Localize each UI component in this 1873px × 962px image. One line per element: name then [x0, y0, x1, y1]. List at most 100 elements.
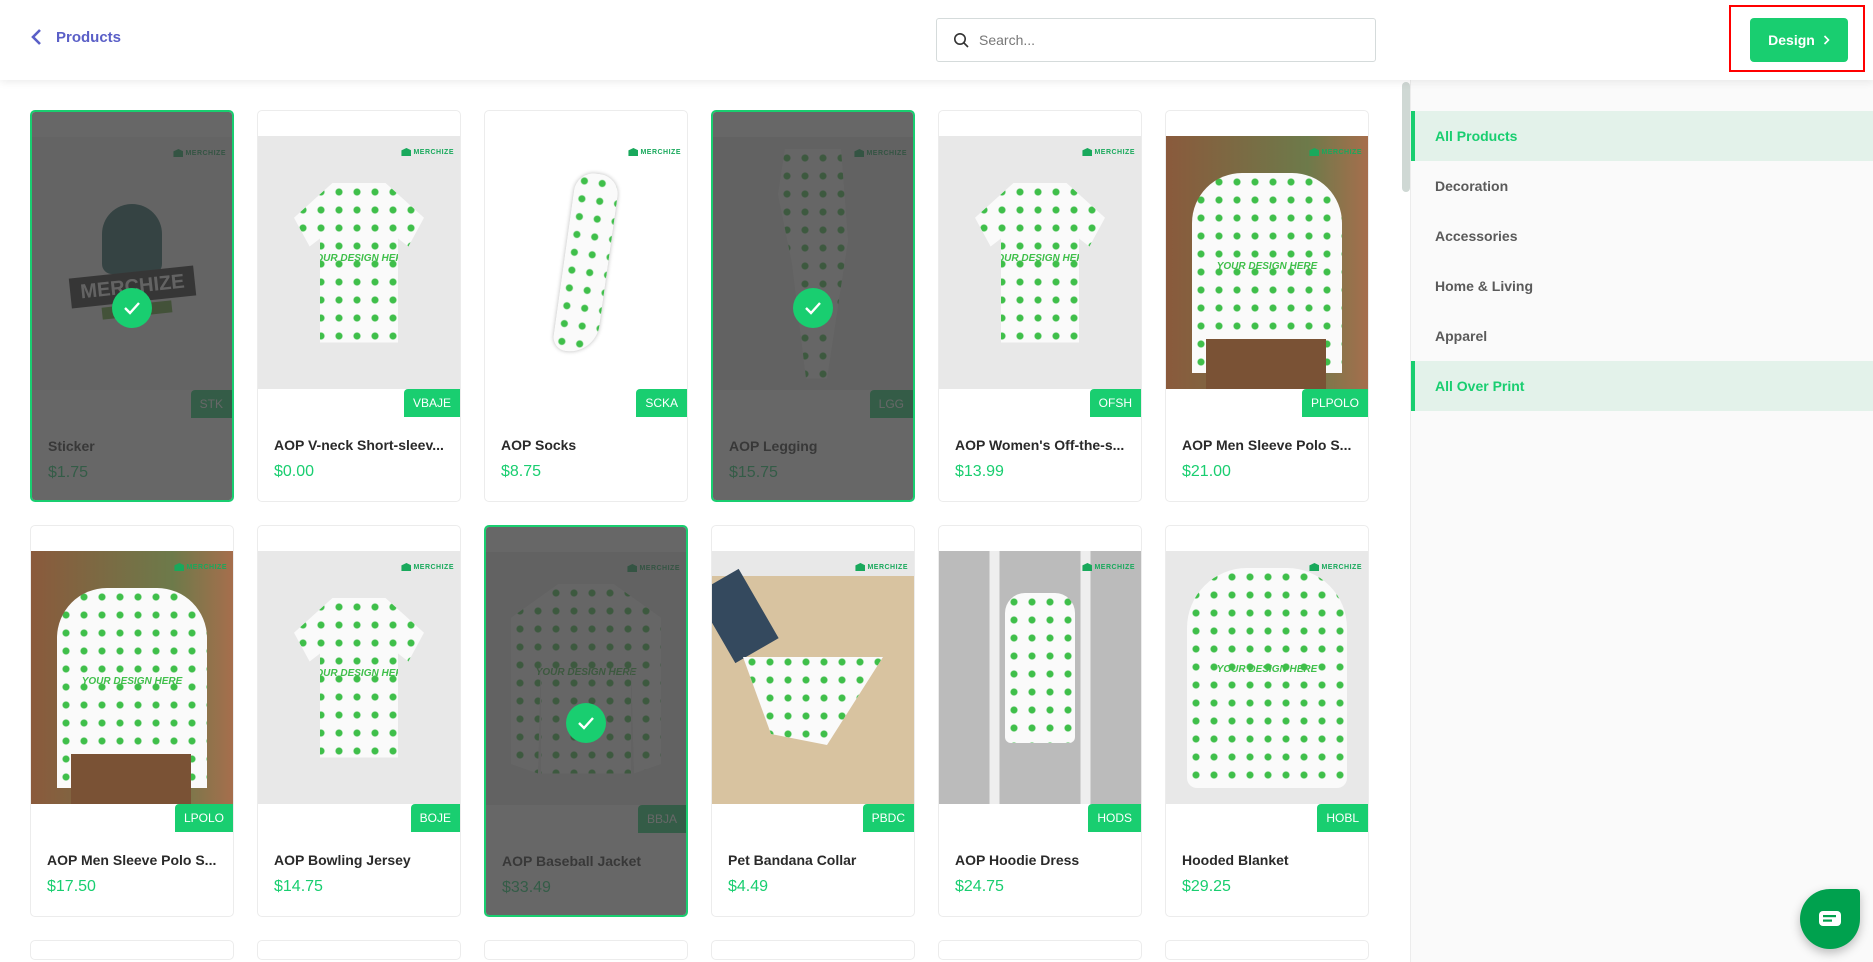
product-name: AOP Bowling Jersey [274, 852, 411, 868]
category-item[interactable]: Apparel [1411, 311, 1873, 361]
polo-model-photo: YOUR DESIGN HERE [1166, 136, 1368, 389]
product-image: YOUR DESIGN HERE MERCHIZE [31, 551, 233, 804]
search-input[interactable] [979, 32, 1339, 48]
design-placeholder-text: YOUR DESIGN HERE [989, 252, 1091, 264]
product-image: YOUR DESIGN HERE MERCHIZE [939, 136, 1141, 389]
merchize-watermark: MERCHIZE [1082, 148, 1135, 156]
product-card[interactable]: YOUR DESIGN HERE MERCHIZE HOBL Hooded Blank… [1165, 525, 1369, 917]
category-item[interactable]: Accessories [1411, 211, 1873, 261]
product-image: MERCHIZE [712, 551, 914, 804]
product-price: $21.00 [1182, 463, 1231, 480]
chat-bubble-icon [1819, 911, 1841, 926]
product-card[interactable]: MERCHIZE PBDC Pet Bandana Collar $4.49 [711, 525, 915, 917]
product-image: YOUR DESIGN HERE MERCHIZE [1166, 551, 1368, 804]
merchize-watermark: MERCHIZE [1309, 563, 1362, 571]
shirt-image: YOUR DESIGN HERE [258, 136, 460, 389]
watermark-text: MERCHIZE [186, 563, 227, 571]
design-button-label: Design [1768, 32, 1815, 48]
product-price: $0.00 [274, 463, 315, 480]
product-card[interactable]: YOUR DESIGN HERE MERCHIZE PLPOLO AOP Men Sl… [1165, 110, 1369, 502]
watermark-text: MERCHIZE [867, 563, 908, 571]
merchize-watermark: MERCHIZE [174, 563, 227, 571]
product-price: $17.50 [47, 878, 96, 895]
product-card[interactable]: MERCHIZEMERCHIZESTKSticker$1.75 [30, 110, 234, 502]
design-placeholder-text: YOUR DESIGN HERE [1216, 260, 1318, 272]
selected-check-icon [793, 288, 833, 328]
product-name: Pet Bandana Collar [728, 852, 857, 868]
chevron-right-icon [1823, 35, 1830, 45]
product-card-partial[interactable] [30, 940, 234, 960]
sku-badge: HOBL [1317, 804, 1368, 832]
category-item[interactable]: Home & Living [1411, 261, 1873, 311]
watermark-text: MERCHIZE [413, 563, 454, 571]
merchize-logo-icon [1082, 563, 1093, 571]
product-card-partial[interactable] [257, 940, 461, 960]
design-button[interactable]: Design [1750, 18, 1848, 62]
product-price: $24.75 [955, 878, 1004, 895]
merchize-watermark: MERCHIZE [1082, 563, 1135, 571]
back-label: Products [56, 28, 122, 46]
polo-model-photo: YOUR DESIGN HERE [31, 551, 233, 804]
product-price: $8.75 [501, 463, 542, 480]
product-name: AOP V-neck Short-sleev... [274, 437, 444, 453]
category-item[interactable]: All Products [1411, 111, 1873, 161]
hooded-blanket-image: YOUR DESIGN HERE [1166, 551, 1368, 804]
back-to-products-link[interactable]: Products [30, 28, 121, 46]
product-price: $29.25 [1182, 878, 1231, 895]
watermark-text: MERCHIZE [1321, 563, 1362, 571]
product-card-partial[interactable] [484, 940, 688, 960]
sku-badge: PBDC [862, 804, 914, 832]
product-card-partial[interactable] [711, 940, 915, 960]
merchize-logo-icon [401, 563, 412, 571]
watermark-text: MERCHIZE [1094, 563, 1135, 571]
merchize-logo-icon [401, 148, 412, 156]
sku-badge: SCKA [636, 389, 687, 417]
product-card[interactable]: MERCHIZE SCKA AOP Socks $8.75 [484, 110, 688, 502]
watermark-text: MERCHIZE [640, 148, 681, 156]
design-placeholder-text: YOUR DESIGN HERE [1216, 664, 1318, 676]
merchize-watermark: MERCHIZE [855, 563, 908, 571]
scrollbar-thumb[interactable] [1402, 82, 1410, 192]
merchize-watermark: MERCHIZE [401, 563, 454, 571]
product-card-partial[interactable] [1165, 940, 1369, 960]
product-card-partial[interactable] [938, 940, 1142, 960]
shirt-image: YOUR DESIGN HERE [258, 551, 460, 804]
category-item[interactable]: All Over Print [1411, 361, 1873, 411]
product-grid: MERCHIZEMERCHIZESTKSticker$1.75YOUR DESI… [30, 110, 1369, 960]
product-image: YOUR DESIGN HERE MERCHIZE [258, 136, 460, 389]
watermark-text: MERCHIZE [413, 148, 454, 156]
selected-check-icon [112, 288, 152, 328]
product-image: YOUR DESIGN HERE MERCHIZE [258, 551, 460, 804]
sku-badge: OFSH [1089, 389, 1141, 417]
product-card[interactable]: YOUR DESIGN HEREMERCHIZEBBJAAOP Baseball… [484, 525, 688, 917]
product-card[interactable]: MERCHIZELGGAOP Legging$15.75 [711, 110, 915, 502]
merchize-watermark: MERCHIZE [401, 148, 454, 156]
search-icon [954, 33, 969, 48]
merchize-logo-icon [1309, 148, 1320, 156]
search-box[interactable] [936, 18, 1376, 62]
chat-button[interactable] [1800, 889, 1860, 949]
sku-badge: BOJE [410, 804, 460, 832]
product-card[interactable]: YOUR DESIGN HERE MERCHIZE BOJE AOP Bowling … [257, 525, 461, 917]
product-price: $14.75 [274, 878, 323, 895]
product-card[interactable]: MERCHIZE HODS AOP Hoodie Dress $24.75 [938, 525, 1142, 917]
merchize-logo-icon [628, 148, 639, 156]
merchize-logo-icon [1309, 563, 1320, 571]
product-card[interactable]: YOUR DESIGN HERE MERCHIZE LPOLO AOP Men Sle… [30, 525, 234, 917]
product-name: AOP Men Sleeve Polo S... [1182, 437, 1352, 453]
sku-badge: LPOLO [174, 804, 233, 832]
design-placeholder-text: YOUR DESIGN HERE [81, 675, 183, 687]
merchize-watermark: MERCHIZE [628, 148, 681, 156]
product-card[interactable]: YOUR DESIGN HERE MERCHIZE VBAJE AOP V-neck … [257, 110, 461, 502]
sku-badge: VBAJE [403, 389, 460, 417]
product-card[interactable]: YOUR DESIGN HERE MERCHIZE OFSH AOP Women's … [938, 110, 1142, 502]
category-item[interactable]: Decoration [1411, 161, 1873, 211]
design-placeholder-text: YOUR DESIGN HERE [308, 667, 410, 679]
selected-check-icon [566, 703, 606, 743]
sku-badge: PLPOLO [1301, 389, 1368, 417]
sku-badge: HODS [1088, 804, 1141, 832]
product-name: Hooded Blanket [1182, 852, 1289, 868]
watermark-text: MERCHIZE [1094, 148, 1135, 156]
design-placeholder-text: YOUR DESIGN HERE [308, 252, 410, 264]
product-name: AOP Socks [501, 437, 577, 453]
